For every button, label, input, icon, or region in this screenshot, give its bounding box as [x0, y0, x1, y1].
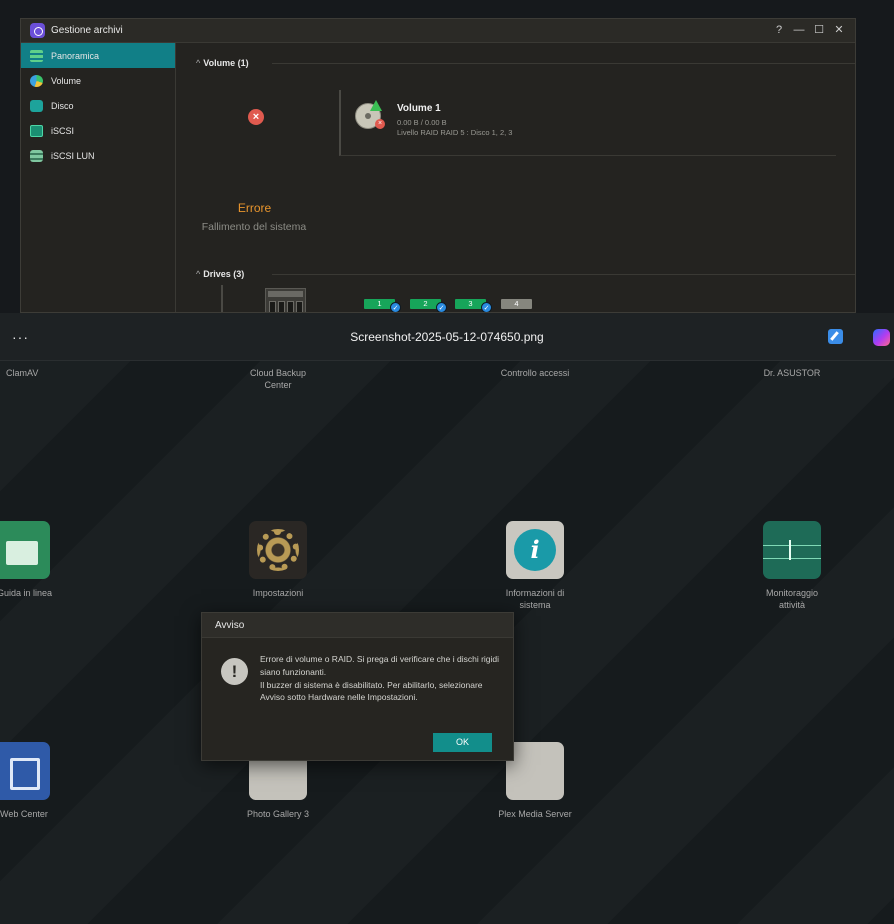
dialog-message-line-1: Errore di volume o RAID. Si prega di ver…: [260, 654, 500, 677]
file-name: Screenshot-2025-05-12-074650.png: [350, 330, 544, 344]
app-label-clamav[interactable]: ClamAV: [0, 367, 44, 379]
volume-section-header[interactable]: ^ Volume (1): [196, 58, 249, 68]
storage-app-icon: [30, 23, 45, 38]
heartbeat-icon: [763, 540, 821, 560]
nas-frame: [221, 285, 223, 312]
ok-button[interactable]: OK: [433, 733, 492, 752]
window-controls: ? — ☐ ✕: [773, 24, 845, 36]
dialog-title: Avviso: [215, 620, 245, 631]
iscsi-lun-icon: [30, 149, 43, 162]
help-icon[interactable]: ?: [773, 24, 785, 36]
sidebar-item-label: Disco: [51, 100, 74, 111]
drive-bay-2[interactable]: 2 ✓: [410, 299, 447, 312]
app-label-dr-asustor[interactable]: Dr. ASUSTOR: [757, 367, 827, 379]
settings-app-icon[interactable]: [249, 521, 307, 579]
volume-usage-icon: [370, 100, 382, 111]
error-status-icon: ×: [248, 109, 264, 125]
help-app-icon[interactable]: [0, 521, 50, 579]
volume-error-icon: ×: [375, 119, 385, 129]
volume-card[interactable]: × Volume 1 0.00 B / 0.00 B Livello RAID …: [339, 90, 836, 156]
sidebar-item-iscsi[interactable]: iSCSI: [21, 118, 175, 143]
dialog-message-line-2: Il buzzer di sistema è disabilitato. Per…: [260, 679, 483, 703]
maximize-icon[interactable]: ☐: [813, 24, 825, 36]
section-divider: [272, 274, 855, 275]
sidebar-item-label: Volume: [51, 75, 82, 86]
system-info-app-icon[interactable]: i: [506, 521, 564, 579]
sidebar-item-iscsi-lun[interactable]: iSCSI LUN: [21, 143, 175, 168]
app-label-access-control[interactable]: Controllo accessi: [495, 367, 575, 379]
sidebar: Panoramica Volume Disco iSCSI iSCSI LUN: [21, 43, 176, 312]
status-message: Fallimento del sistema: [201, 221, 307, 233]
sidebar-item-panoramica[interactable]: Panoramica: [21, 43, 175, 68]
iscsi-icon: [30, 124, 43, 137]
volume-icon: [30, 74, 43, 87]
info-icon: i: [514, 529, 556, 571]
app-label-plex[interactable]: Plex Media Server: [485, 808, 585, 820]
activity-monitor-app-icon[interactable]: [763, 521, 821, 579]
window-titlebar[interactable]: Gestione archivi ? — ☐ ✕: [21, 19, 855, 43]
nas-device-icon: [265, 288, 306, 312]
close-icon[interactable]: ✕: [833, 24, 845, 36]
drive-bay-1[interactable]: 1 ✓: [364, 299, 401, 312]
status-title: Errore: [237, 201, 272, 215]
sidebar-item-volume[interactable]: Volume: [21, 68, 175, 93]
disk-icon: [30, 99, 43, 112]
copilot-icon[interactable]: [873, 329, 890, 346]
app-label-system-info[interactable]: Informazioni di sistema: [495, 587, 575, 611]
plex-app-icon[interactable]: [506, 742, 564, 800]
collapse-caret-icon: ^: [196, 58, 201, 68]
app-label-help[interactable]: Guida in linea: [0, 587, 52, 599]
volume-name: Volume 1: [397, 103, 441, 114]
drive-bay-4[interactable]: 4: [501, 299, 532, 309]
volume-size: 0.00 B / 0.00 B: [397, 118, 447, 127]
sidebar-item-label: iSCSI LUN: [51, 150, 95, 161]
section-divider: [272, 63, 855, 64]
overview-icon: [30, 49, 43, 62]
check-icon: ✓: [436, 302, 447, 312]
collapse-caret-icon: ^: [196, 269, 201, 279]
sidebar-item-label: iSCSI: [51, 125, 75, 136]
app-label-web-center[interactable]: Web Center: [0, 808, 52, 820]
check-icon: ✓: [481, 302, 492, 312]
app-label-settings[interactable]: Impostazioni: [238, 587, 318, 599]
app-label-activity-monitor[interactable]: Monitoraggio attività: [752, 587, 832, 611]
warning-dialog: Avviso ! Errore di volume o RAID. Si pre…: [201, 612, 514, 761]
gear-icon: [257, 529, 299, 571]
sidebar-item-disco[interactable]: Disco: [21, 93, 175, 118]
app-label-cloud-backup[interactable]: Cloud Backup Center: [243, 367, 313, 391]
drives-section-header[interactable]: ^ Drives (3): [196, 269, 244, 279]
storage-manager-window: Gestione archivi ? — ☐ ✕ Panoramica Volu…: [20, 18, 856, 313]
image-viewer-toolbar: ··· Screenshot-2025-05-12-074650.png: [0, 313, 894, 361]
sidebar-item-label: Panoramica: [51, 50, 100, 61]
minimize-icon[interactable]: —: [793, 24, 805, 36]
edit-image-icon[interactable]: [828, 329, 843, 344]
overview-content: ^ Volume (1) × Errore Fallimento del sist…: [177, 43, 855, 312]
app-label-photo-gallery[interactable]: Photo Gallery 3: [233, 808, 323, 820]
drive-bay-3[interactable]: 3 ✓: [455, 299, 492, 312]
window-title: Gestione archivi: [51, 25, 123, 36]
check-icon: ✓: [390, 302, 401, 312]
dialog-header[interactable]: Avviso: [202, 613, 513, 638]
warning-icon: !: [221, 658, 248, 685]
web-center-app-icon[interactable]: [0, 742, 50, 800]
volume-raid-info: Livello RAID RAID 5 : Disco 1, 2, 3: [397, 128, 513, 137]
dialog-message: Errore di volume o RAID. Si prega di ver…: [260, 653, 505, 704]
